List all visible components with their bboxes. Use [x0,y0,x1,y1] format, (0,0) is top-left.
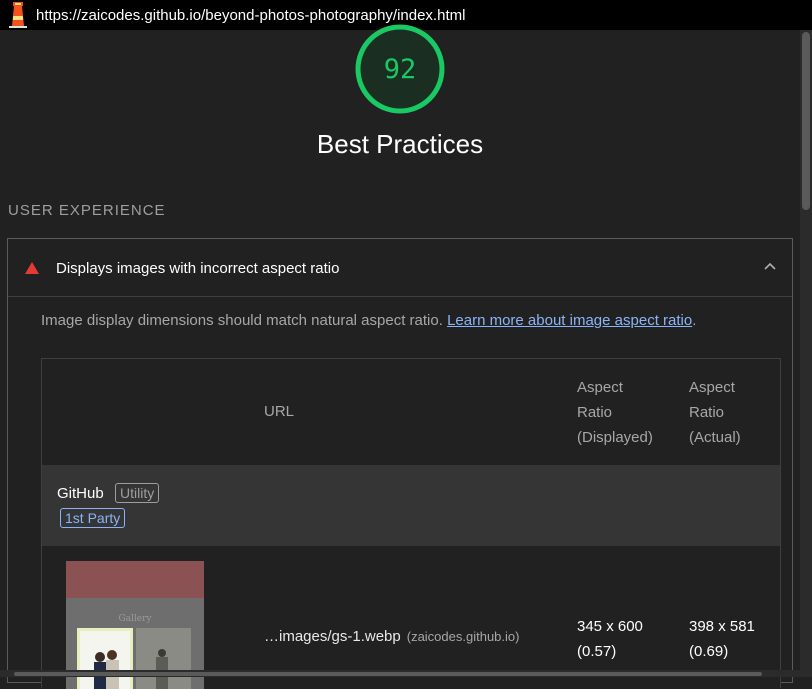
vertical-scrollbar-thumb[interactable] [802,32,810,210]
resource-url[interactable]: …images/gs-1.webp (zaicodes.github.io) [264,628,519,645]
audit-card: Displays images with incorrect aspect ra… [7,238,793,683]
aspect-displayed-header: Aspect Ratio (Displayed) [577,375,653,450]
header-line: (Actual) [689,425,741,450]
header-line: (Displayed) [577,425,653,450]
horizontal-scrollbar-thumb[interactable] [14,672,762,676]
description-text: Image display dimensions should match na… [41,312,447,329]
header-line: Aspect [577,375,653,400]
url-path: …images/gs-1.webp [264,628,401,645]
aspect-actual-header: Aspect Ratio (Actual) [689,375,741,450]
displayed-ratio: (0.57) [577,639,643,664]
actual-dimensions: 398 x 581 [689,614,755,639]
aspect-actual-cell: 398 x 581 (0.69) [689,614,755,664]
url-origin: (zaicodes.github.io) [407,629,520,644]
url-column-header: URL [264,403,294,420]
audit-description: Image display dimensions should match na… [41,312,696,329]
aspect-displayed-cell: 345 x 600 (0.57) [577,614,643,664]
description-end: . [692,312,696,329]
first-party-badge: 1st Party [60,508,125,528]
score-gauge: 92 [354,23,446,115]
score-value: 92 [354,23,446,115]
actual-ratio: (0.69) [689,639,755,664]
table-row: Gallery …images/gs-1.webp (zaicodes.githu… [42,546,780,689]
header-line: Aspect [689,375,741,400]
page-url: https://zaicodes.github.io/beyond-photos… [36,7,465,24]
thumbnail-caption: Gallery [118,614,152,624]
entity-group-row: GitHub Utility 1st Party [42,465,780,546]
header-line: Ratio [689,400,741,425]
fail-triangle-icon [25,262,39,274]
table-header: URL Aspect Ratio (Displayed) Aspect Rati… [42,359,780,465]
vertical-scrollbar[interactable] [800,30,812,670]
details-table: URL Aspect Ratio (Displayed) Aspect Rati… [41,358,781,688]
displayed-dimensions: 345 x 600 [577,614,643,639]
header-line: Ratio [577,400,653,425]
entity-name: GitHub [57,485,104,502]
category-badge: Utility [115,483,159,503]
audit-header[interactable]: Displays images with incorrect aspect ra… [8,239,792,297]
learn-more-link[interactable]: Learn more about image aspect ratio [447,312,692,329]
chevron-up-icon[interactable] [764,262,776,271]
audit-title: Displays images with incorrect aspect ra… [56,260,339,277]
horizontal-scrollbar[interactable] [0,670,812,677]
group-title: USER EXPERIENCE [8,202,166,219]
lighthouse-logo-icon [0,0,36,30]
category-title: Best Practices [0,129,800,160]
